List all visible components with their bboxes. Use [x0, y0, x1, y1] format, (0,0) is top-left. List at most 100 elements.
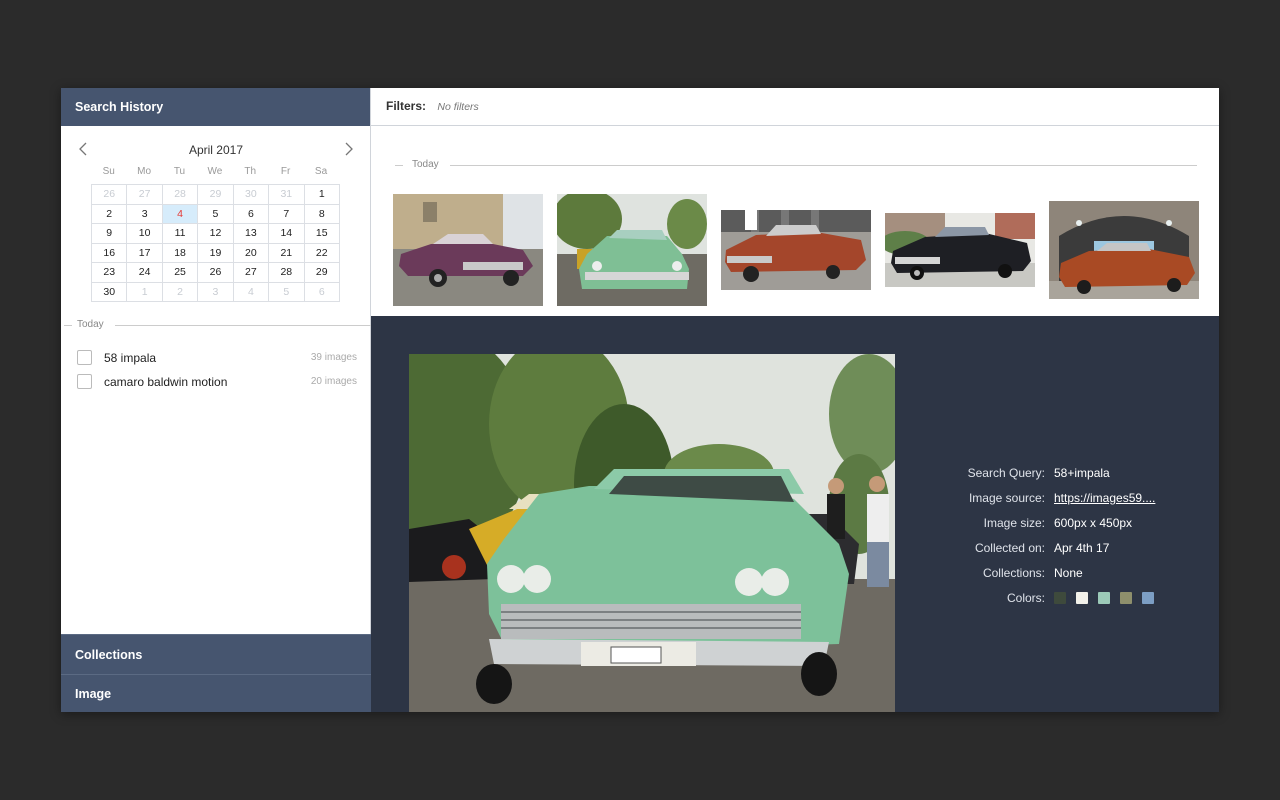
calendar-day[interactable]: 27: [126, 184, 163, 205]
results-strip: Today: [371, 126, 1219, 354]
car-photo-thumbnail: [1049, 201, 1199, 299]
color-swatch[interactable]: [1120, 592, 1132, 604]
collections-header[interactable]: Collections: [61, 634, 371, 674]
result-thumbnail[interactable]: [393, 194, 543, 306]
calendar-day[interactable]: 11: [161, 223, 199, 244]
calendar-day[interactable]: 29: [197, 184, 234, 205]
weekday-label: Tu: [173, 166, 186, 177]
meta-value: 600px x 450px: [1054, 516, 1133, 530]
calendar-day[interactable]: 26: [90, 184, 128, 205]
car-photo-thumbnail: [557, 194, 707, 306]
calendar-day[interactable]: 5: [197, 203, 234, 224]
image-metadata: Search Query: 58+impala Image source: ht…: [901, 466, 1211, 616]
car-photo-thumbnail: [885, 213, 1035, 287]
calendar-day[interactable]: 27: [232, 262, 270, 283]
weekday-label: Th: [244, 166, 257, 177]
calendar-day[interactable]: 13: [232, 223, 270, 244]
color-swatch[interactable]: [1054, 592, 1066, 604]
image-header[interactable]: Image: [61, 674, 371, 712]
calendar-day[interactable]: 21: [268, 242, 305, 263]
color-swatch[interactable]: [1076, 592, 1088, 604]
calendar-day-selected[interactable]: 4: [161, 203, 199, 224]
calendar-day[interactable]: 24: [126, 262, 163, 283]
search-history-header[interactable]: Search History: [61, 88, 370, 126]
divider-line: [115, 325, 371, 326]
history-group-divider: Today: [61, 319, 371, 331]
calendar-day[interactable]: 5: [268, 281, 305, 302]
meta-row-search-query: Search Query: 58+impala: [901, 466, 1211, 491]
calendar-day[interactable]: 8: [303, 203, 341, 224]
result-thumbnail[interactable]: [1049, 201, 1199, 299]
results-group-label: Today: [412, 159, 439, 170]
calendar-day[interactable]: 31: [268, 184, 305, 205]
history-group-label: Today: [77, 319, 104, 330]
sidebar: Search History April 2017 Su Mo Tu We Th…: [61, 88, 371, 712]
history-item[interactable]: 58 impala 39 images: [77, 348, 357, 368]
calendar-weekdays: Su Mo Tu We Th Fr Sa: [91, 166, 339, 177]
calendar-day[interactable]: 28: [161, 184, 199, 205]
selected-image-preview[interactable]: [409, 354, 895, 712]
calendar-day[interactable]: 2: [161, 281, 199, 302]
calendar-day[interactable]: 3: [126, 203, 163, 224]
meta-row-image-size: Image size: 600px x 450px: [901, 516, 1211, 541]
calendar-day[interactable]: 23: [90, 262, 128, 283]
app-window: Search History April 2017 Su Mo Tu We Th…: [61, 88, 1219, 712]
image-detail-panel: Search Query: 58+impala Image source: ht…: [371, 316, 1219, 712]
history-item[interactable]: camaro baldwin motion 20 images: [77, 372, 357, 392]
calendar-day[interactable]: 18: [161, 242, 199, 263]
calendar-day[interactable]: 12: [197, 223, 234, 244]
calendar-day[interactable]: 4: [232, 281, 270, 302]
divider-line: [395, 165, 403, 166]
filters-label: Filters:: [386, 99, 427, 113]
calendar-day[interactable]: 10: [126, 223, 163, 244]
calendar-day[interactable]: 3: [197, 281, 234, 302]
calendar-day[interactable]: 7: [268, 203, 305, 224]
calendar-day[interactable]: 17: [126, 242, 163, 263]
calendar-day[interactable]: 20: [232, 242, 270, 263]
calendar: April 2017 Su Mo Tu We Th Fr Sa 26 27 28: [61, 126, 371, 302]
weekday-label: Mo: [137, 166, 152, 177]
calendar-day[interactable]: 1: [126, 281, 163, 302]
color-swatch[interactable]: [1098, 592, 1110, 604]
car-photo-thumbnail: [393, 194, 543, 306]
calendar-day[interactable]: 19: [197, 242, 234, 263]
calendar-day[interactable]: 25: [161, 262, 199, 283]
calendar-day[interactable]: 2: [90, 203, 128, 224]
history-count: 39 images: [310, 352, 357, 363]
meta-row-colors: Colors:: [901, 591, 1211, 616]
calendar-day[interactable]: 22: [303, 242, 341, 263]
weekday-label: We: [207, 166, 223, 177]
calendar-day[interactable]: 6: [303, 281, 341, 302]
history-checkbox[interactable]: [77, 350, 92, 365]
meta-key: Image size:: [983, 516, 1045, 530]
calendar-day[interactable]: 16: [90, 242, 128, 263]
calendar-day[interactable]: 1: [303, 184, 341, 205]
color-swatches: [1054, 592, 1154, 604]
result-thumbnail[interactable]: [885, 213, 1035, 287]
car-photo-large: [409, 354, 895, 712]
calendar-day[interactable]: 28: [268, 262, 305, 283]
filters-value[interactable]: No filters: [437, 101, 478, 113]
calendar-day[interactable]: 30: [90, 281, 128, 302]
calendar-day[interactable]: 6: [232, 203, 270, 224]
meta-value: None: [1054, 566, 1083, 580]
history-checkbox[interactable]: [77, 374, 92, 389]
color-swatch[interactable]: [1142, 592, 1154, 604]
divider-line: [64, 325, 72, 326]
history-query: 58 impala: [104, 351, 157, 365]
result-thumbnail[interactable]: [721, 210, 871, 290]
calendar-day[interactable]: 9: [90, 223, 128, 244]
calendar-day[interactable]: 15: [303, 223, 341, 244]
calendar-day[interactable]: 14: [268, 223, 305, 244]
history-count: 20 images: [310, 376, 357, 387]
meta-row-collections: Collections: None: [901, 566, 1211, 591]
history-query: camaro baldwin motion: [104, 375, 228, 389]
calendar-day[interactable]: 30: [232, 184, 270, 205]
image-source-link[interactable]: https://images59....: [1054, 491, 1155, 505]
calendar-day[interactable]: 29: [303, 262, 341, 283]
chevron-right-icon[interactable]: [339, 140, 357, 158]
meta-key: Collected on:: [974, 541, 1045, 555]
calendar-day[interactable]: 26: [197, 262, 234, 283]
weekday-label: Sa: [314, 166, 328, 177]
result-thumbnail-selected[interactable]: [557, 194, 707, 306]
